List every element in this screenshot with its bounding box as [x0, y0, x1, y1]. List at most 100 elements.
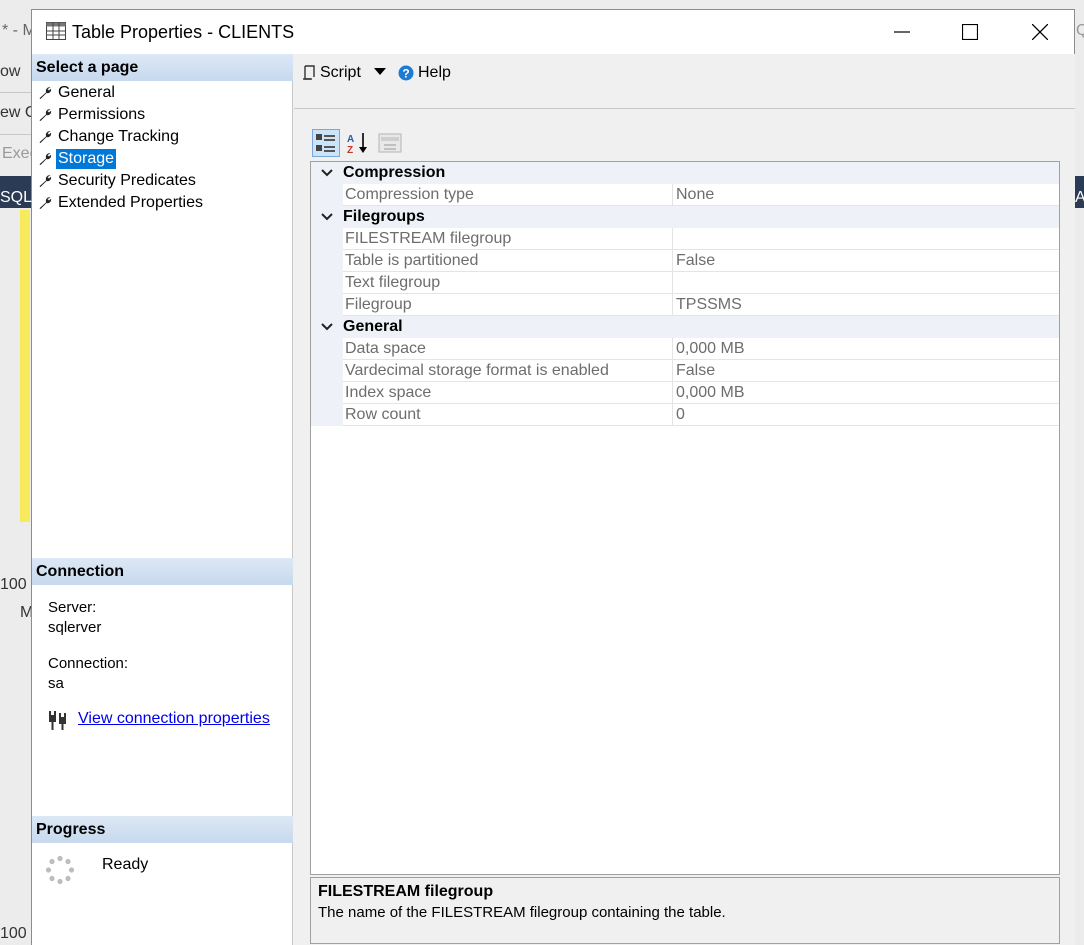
svg-text:Z: Z: [347, 145, 353, 155]
property-value[interactable]: [673, 228, 1059, 250]
category-row[interactable]: General: [311, 316, 1059, 338]
category-name: General: [343, 318, 403, 335]
script-icon: [303, 65, 315, 80]
table-properties-dialog: Table Properties - CLIENTS Select a page…: [31, 9, 1075, 945]
wrench-icon: [39, 87, 52, 99]
property-value[interactable]: False: [673, 250, 1059, 272]
minimize-icon: [894, 31, 910, 33]
svg-text:?: ?: [402, 67, 409, 81]
property-value[interactable]: 0,000 MB: [673, 338, 1059, 360]
category-row[interactable]: Compression: [311, 162, 1059, 184]
page-item-label: General: [58, 84, 115, 101]
server-value: sqlerver: [48, 619, 102, 636]
connection-value: sa: [48, 675, 64, 692]
dialog-title: Table Properties - CLIENTS: [72, 22, 295, 42]
property-value[interactable]: None: [673, 184, 1059, 206]
page-item-general[interactable]: General: [32, 82, 293, 104]
collapse-chevron-icon[interactable]: [311, 162, 343, 184]
dialog-toolbar: Script ? Help: [294, 54, 1075, 109]
help-label: Help: [418, 64, 451, 81]
progress-status: Ready: [102, 856, 149, 873]
property-row[interactable]: Table is partitioned False: [311, 250, 1059, 272]
property-row[interactable]: Data space 0,000 MB: [311, 338, 1059, 360]
collapse-chevron-icon[interactable]: [311, 316, 343, 338]
bg-menu-fragment: ow: [0, 63, 21, 80]
page-item-security-predicates[interactable]: Security Predicates: [32, 170, 293, 192]
svg-text:A: A: [347, 134, 354, 145]
property-grid: Compression Compression type None Filegroup…: [310, 161, 1060, 875]
description-title: FILESTREAM filegroup: [318, 883, 494, 900]
alphabetical-button[interactable]: A Z: [344, 129, 372, 157]
plug-icon: [49, 711, 66, 730]
help-button[interactable]: ? Help: [398, 64, 451, 82]
page-item-change-tracking[interactable]: Change Tracking: [32, 126, 293, 148]
page-item-label: Security Predicates: [58, 172, 196, 189]
table-icon: [46, 22, 66, 40]
bg-right-fragment: Qu: [1076, 22, 1084, 39]
connection-header: Connection: [32, 558, 293, 585]
view-connection-properties-link[interactable]: View connection properties: [78, 710, 270, 728]
wrench-icon: [39, 131, 52, 143]
wrench-icon: [39, 109, 52, 121]
category-name: Filegroups: [343, 208, 425, 225]
page-item-permissions[interactable]: Permissions: [32, 104, 293, 126]
page-item-storage[interactable]: Storage: [32, 148, 293, 170]
script-dropdown-button[interactable]: [374, 68, 386, 76]
property-name: Text filegroup: [343, 272, 673, 294]
maximize-button[interactable]: [936, 10, 1004, 54]
property-name: Row count: [343, 404, 673, 426]
bg-tab-fragment: SQL: [0, 189, 33, 206]
page-item-label: Extended Properties: [58, 194, 203, 211]
close-button[interactable]: [1006, 10, 1074, 54]
title-bar[interactable]: Table Properties - CLIENTS: [32, 10, 1074, 54]
property-pages-button: [376, 129, 404, 157]
page-item-label: Change Tracking: [58, 128, 179, 145]
property-value[interactable]: [673, 272, 1059, 294]
property-pages-icon: [378, 133, 402, 153]
wrench-icon: [39, 153, 52, 165]
progress-header: Progress: [32, 816, 293, 843]
server-label: Server:: [48, 599, 97, 616]
help-icon: ?: [398, 65, 414, 81]
bg-editor-margin: [20, 210, 30, 522]
right-panel: Script ? Help A Z Compression Compressio…: [294, 54, 1075, 945]
property-name: Data space: [343, 338, 673, 360]
script-button[interactable]: Script: [302, 64, 361, 82]
bg-zoom-fragment-2: 100: [0, 925, 27, 942]
property-row[interactable]: Filegroup TPSSMS: [311, 294, 1059, 316]
sort-az-icon: A Z: [347, 133, 367, 155]
property-row[interactable]: Vardecimal storage format is enabled Fals…: [311, 360, 1059, 382]
connection-label: Connection:: [48, 655, 129, 672]
category-row[interactable]: Filegroups: [311, 206, 1059, 228]
property-row[interactable]: Compression type None: [311, 184, 1059, 206]
select-page-header: Select a page: [32, 54, 293, 81]
property-row[interactable]: Text filegroup: [311, 272, 1059, 294]
property-name: FILESTREAM filegroup: [343, 228, 673, 250]
property-value[interactable]: TPSSMS: [673, 294, 1059, 316]
property-name: Index space: [343, 382, 673, 404]
progress-spinner-icon: [45, 855, 75, 885]
property-name: Compression type: [343, 184, 673, 206]
property-value[interactable]: 0: [673, 404, 1059, 426]
bg-right-tab-fragment: A: [1075, 189, 1084, 206]
wrench-icon: [39, 175, 52, 187]
description-pane: FILESTREAM filegroup The name of the FIL…: [310, 877, 1060, 944]
property-value[interactable]: False: [673, 360, 1059, 382]
page-item-extended-properties[interactable]: Extended Properties: [32, 192, 293, 214]
property-name: Vardecimal storage format is enabled: [343, 360, 673, 382]
property-row[interactable]: Index space 0,000 MB: [311, 382, 1059, 404]
category-name: Compression: [343, 164, 446, 181]
page-item-label: Permissions: [58, 106, 146, 123]
minimize-button[interactable]: [868, 10, 936, 54]
property-name: Filegroup: [343, 294, 673, 316]
property-row[interactable]: FILESTREAM filegroup: [311, 228, 1059, 250]
maximize-icon: [962, 24, 978, 40]
categorized-button[interactable]: [312, 129, 340, 157]
property-row[interactable]: Row count 0: [311, 404, 1059, 426]
property-value[interactable]: 0,000 MB: [673, 382, 1059, 404]
property-grid-toolbar: A Z: [312, 129, 404, 157]
script-label: Script: [320, 64, 361, 81]
close-icon: [1032, 24, 1048, 40]
description-text: The name of the FILESTREAM filegroup con…: [318, 904, 726, 921]
collapse-chevron-icon[interactable]: [311, 206, 343, 228]
